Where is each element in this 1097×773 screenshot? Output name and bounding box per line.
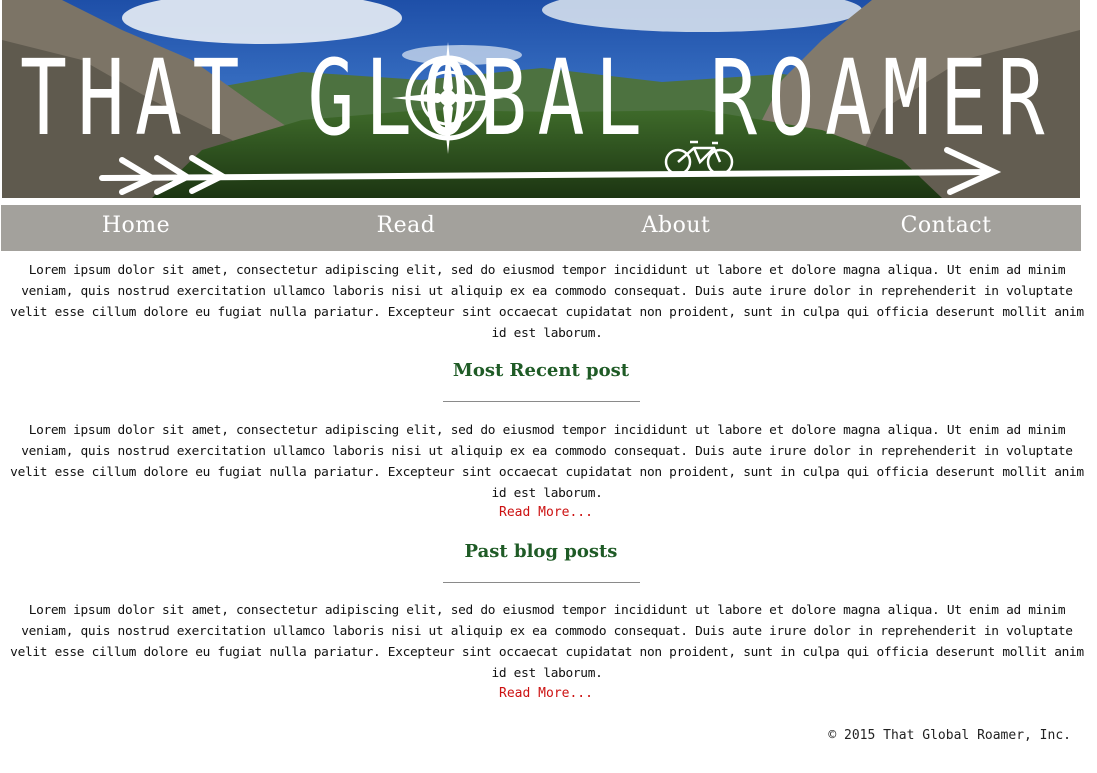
banner-image: THAT GLOBAL ROAMER	[2, 0, 1080, 198]
past-read-more-link[interactable]: Read More...	[0, 686, 1092, 701]
header-banner: THAT GLOBAL ROAMER	[2, 0, 1080, 198]
nav-contact-link[interactable]: Contact	[811, 205, 1081, 251]
nav-home-link[interactable]: Home	[1, 205, 271, 251]
banner-title: THAT GLOBAL ROAMER	[20, 37, 1055, 159]
past-posts-heading: Past blog posts	[464, 541, 618, 562]
section-divider	[443, 401, 640, 402]
nav-about-link[interactable]: About	[541, 205, 811, 251]
main-nav: Home Read About Contact	[1, 205, 1081, 251]
nav-read-link[interactable]: Read	[271, 205, 541, 251]
recent-post-paragraph: Lorem ipsum dolor sit amet, consectetur …	[10, 423, 1084, 501]
section-divider	[443, 582, 640, 583]
recent-read-more-link[interactable]: Read More...	[0, 505, 1092, 520]
most-recent-heading: Most Recent post	[452, 360, 630, 381]
footer-copyright: © 2015 That Global Roamer, Inc.	[828, 728, 1071, 743]
intro-paragraph: Lorem ipsum dolor sit amet, consectetur …	[10, 263, 1084, 341]
past-post-paragraph: Lorem ipsum dolor sit amet, consectetur …	[10, 603, 1084, 681]
